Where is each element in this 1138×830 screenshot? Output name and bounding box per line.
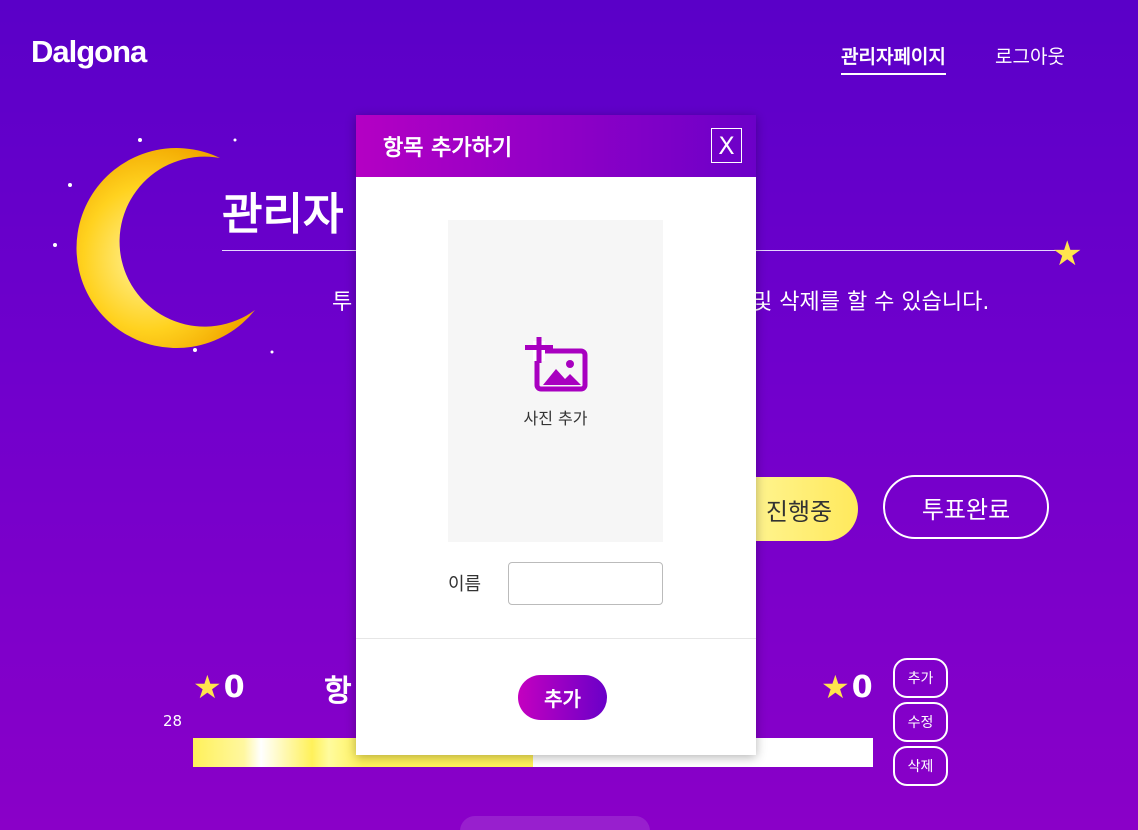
description-left: 투 [332,290,353,315]
edit-item-button[interactable]: 수정 [893,702,948,742]
nav-admin-page[interactable]: 관리자페이지 [841,42,946,75]
add-photo-icon [524,337,587,392]
star-icon: ★ [821,668,850,706]
modal-submit-button[interactable]: 추가 [518,675,607,720]
photo-add-label: 사진 추가 [523,409,588,428]
moon-icon [53,138,274,354]
star-icon: ★ [193,668,222,706]
description-right: 및 삭제를 할 수 있습니다. [752,290,990,315]
modal-title: 항목 추가하기 [383,136,513,161]
name-label: 이름 [448,574,482,595]
modal-divider [356,638,756,639]
delete-item-button[interactable]: 삭제 [893,746,948,786]
nav-logout[interactable]: 로그아웃 [995,42,1065,69]
bottom-partial-button[interactable] [460,816,650,830]
right-vote-count: ★ 0 [821,668,873,706]
logo[interactable]: Dalgona [31,34,147,70]
modal-close-button[interactable]: X [711,128,742,163]
right-count-value: 0 [851,669,873,705]
photo-upload-area[interactable]: 사진 추가 [448,220,663,542]
page-title: 관리자 [222,189,344,240]
name-input[interactable] [508,562,663,605]
item-label: 항 [324,674,352,709]
add-item-modal: 항목 추가하기 X 사진 추가 이름 추가 [356,115,756,755]
add-item-button[interactable]: 추가 [893,658,948,698]
star-icon: ★ [1052,234,1083,274]
left-vote-count: ★ 0 [193,668,245,706]
status-done-button[interactable]: 투표완료 [883,475,1049,539]
left-count-value: 0 [223,669,245,705]
vote-total: 28 [163,712,183,730]
modal-header: 항목 추가하기 X [356,115,756,177]
